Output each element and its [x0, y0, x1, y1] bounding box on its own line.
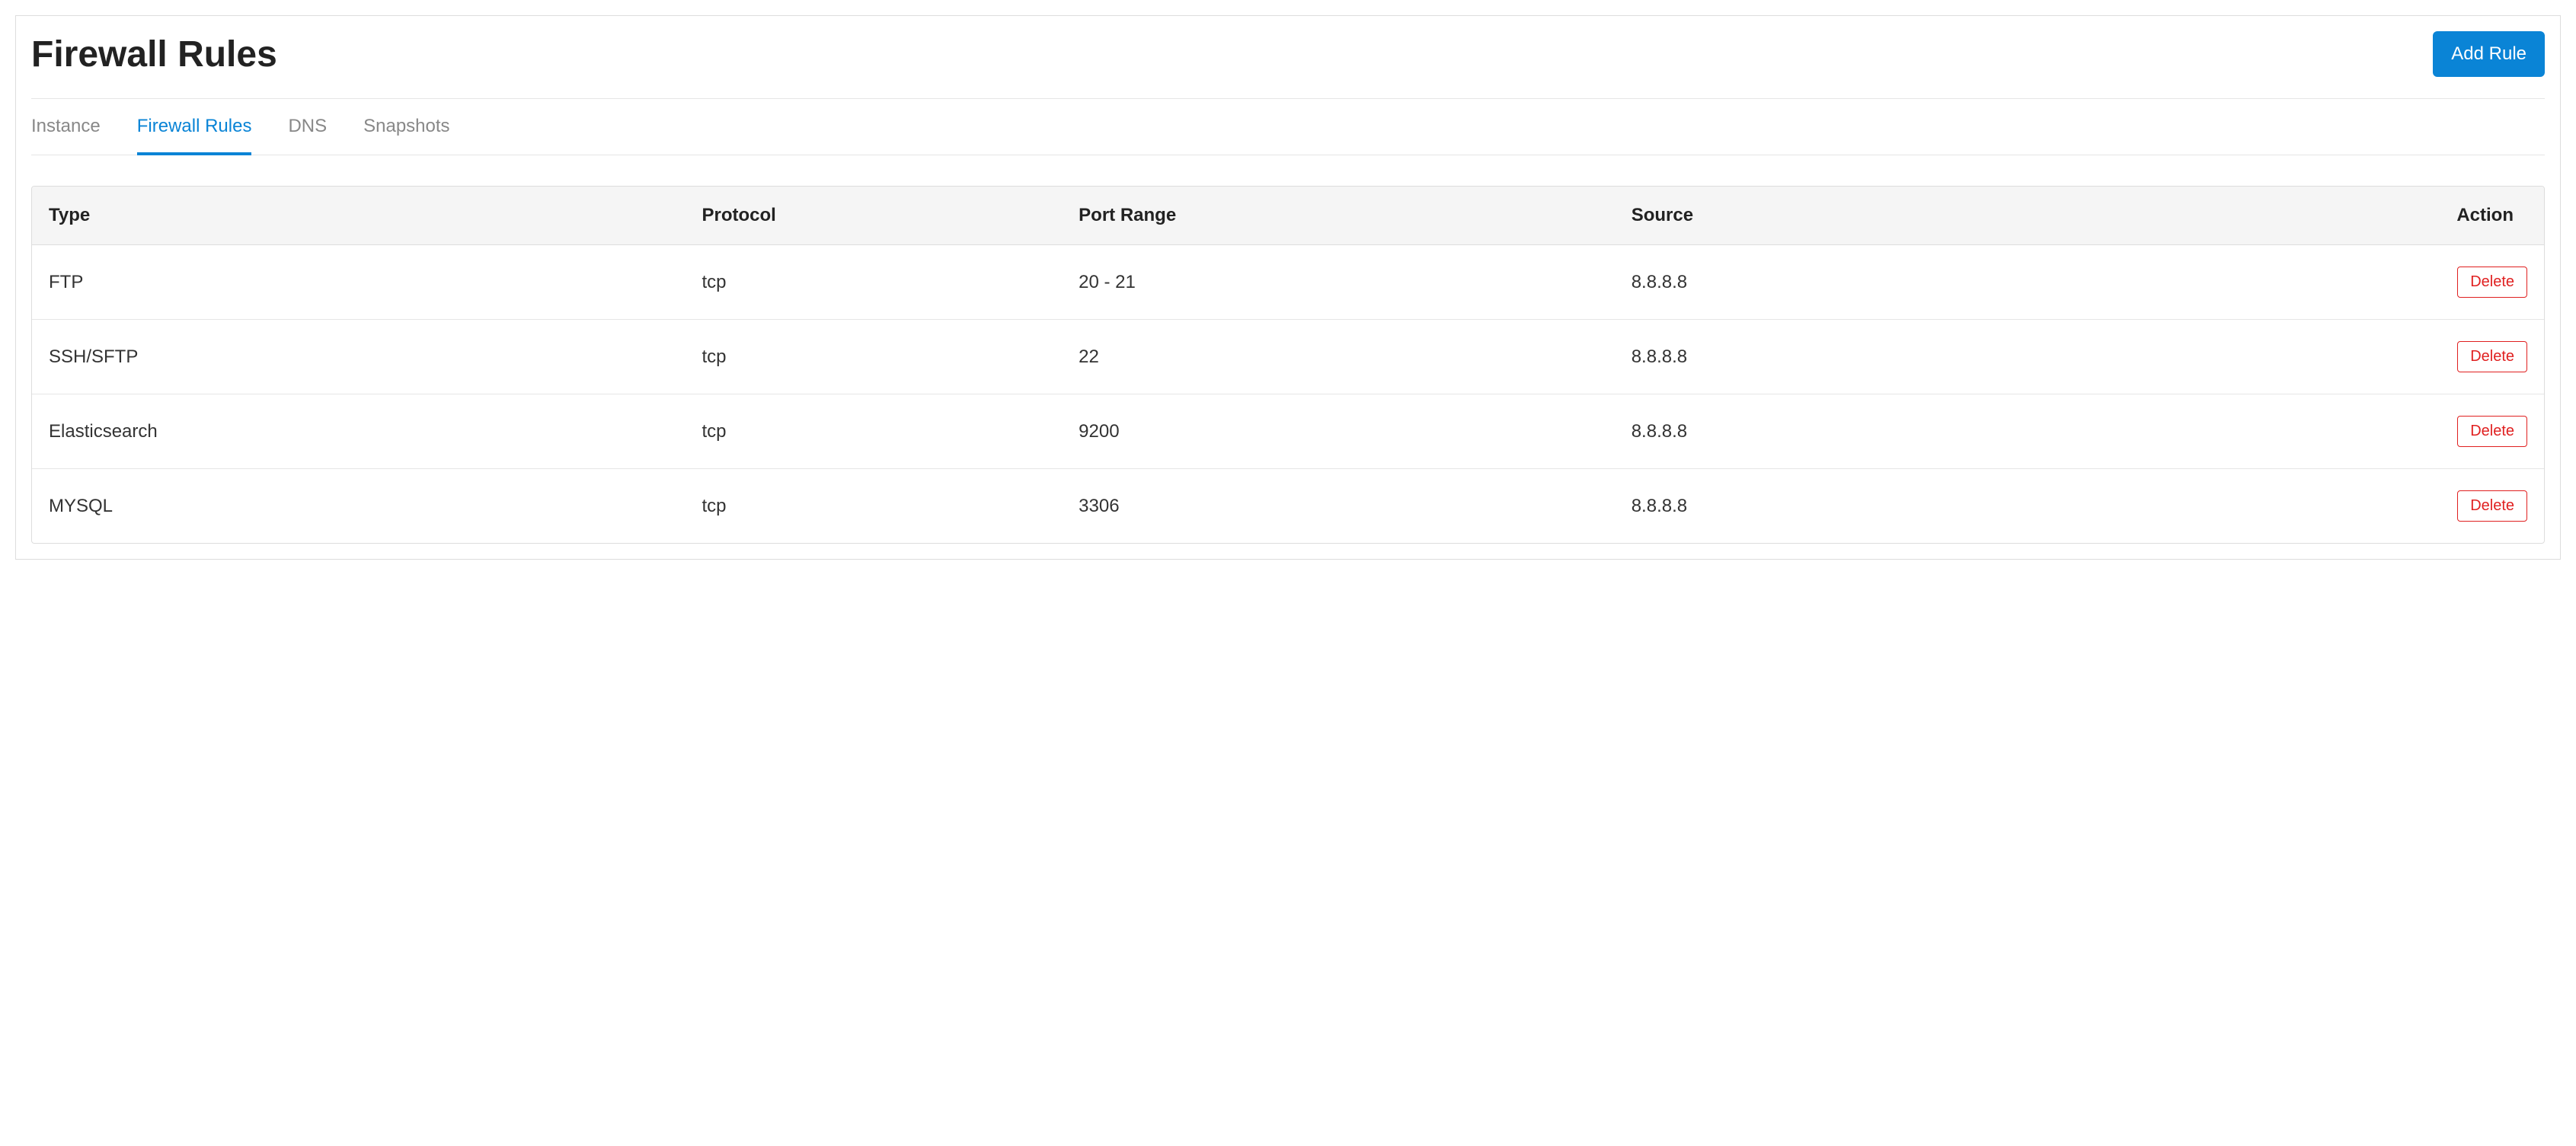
tab-instance[interactable]: Instance: [31, 116, 101, 155]
delete-button[interactable]: Delete: [2457, 267, 2527, 298]
cell-source: 8.8.8.8: [1615, 320, 2218, 394]
firewall-rules-panel: Firewall Rules Add Rule Instance Firewal…: [15, 15, 2561, 560]
rules-table: Type Protocol Port Range Source Action F…: [32, 187, 2544, 543]
delete-button[interactable]: Delete: [2457, 490, 2527, 522]
col-header-action: Action: [2217, 187, 2544, 245]
col-header-source: Source: [1615, 187, 2218, 245]
cell-port-range: 9200: [1062, 394, 1615, 469]
cell-source: 8.8.8.8: [1615, 469, 2218, 544]
cell-port-range: 20 - 21: [1062, 245, 1615, 320]
cell-source: 8.8.8.8: [1615, 245, 2218, 320]
cell-type: MYSQL: [32, 469, 685, 544]
cell-port-range: 22: [1062, 320, 1615, 394]
cell-action: Delete: [2217, 320, 2544, 394]
page-title: Firewall Rules: [31, 34, 277, 75]
cell-action: Delete: [2217, 394, 2544, 469]
cell-action: Delete: [2217, 245, 2544, 320]
cell-action: Delete: [2217, 469, 2544, 544]
table-header-row: Type Protocol Port Range Source Action: [32, 187, 2544, 245]
table-row: MYSQL tcp 3306 8.8.8.8 Delete: [32, 469, 2544, 544]
cell-type: Elasticsearch: [32, 394, 685, 469]
cell-type: FTP: [32, 245, 685, 320]
table-row: Elasticsearch tcp 9200 8.8.8.8 Delete: [32, 394, 2544, 469]
cell-port-range: 3306: [1062, 469, 1615, 544]
tab-snapshots[interactable]: Snapshots: [363, 116, 449, 155]
cell-protocol: tcp: [685, 469, 1062, 544]
cell-protocol: tcp: [685, 320, 1062, 394]
cell-source: 8.8.8.8: [1615, 394, 2218, 469]
col-header-type: Type: [32, 187, 685, 245]
cell-type: SSH/SFTP: [32, 320, 685, 394]
add-rule-button[interactable]: Add Rule: [2433, 31, 2545, 77]
header-row: Firewall Rules Add Rule: [31, 16, 2545, 99]
col-header-port-range: Port Range: [1062, 187, 1615, 245]
col-header-protocol: Protocol: [685, 187, 1062, 245]
table-row: FTP tcp 20 - 21 8.8.8.8 Delete: [32, 245, 2544, 320]
delete-button[interactable]: Delete: [2457, 341, 2527, 372]
cell-protocol: tcp: [685, 394, 1062, 469]
delete-button[interactable]: Delete: [2457, 416, 2527, 447]
tabs: Instance Firewall Rules DNS Snapshots: [31, 99, 2545, 155]
rules-table-wrap: Type Protocol Port Range Source Action F…: [31, 186, 2545, 544]
cell-protocol: tcp: [685, 245, 1062, 320]
tab-firewall-rules[interactable]: Firewall Rules: [137, 116, 252, 155]
tab-dns[interactable]: DNS: [288, 116, 327, 155]
table-row: SSH/SFTP tcp 22 8.8.8.8 Delete: [32, 320, 2544, 394]
